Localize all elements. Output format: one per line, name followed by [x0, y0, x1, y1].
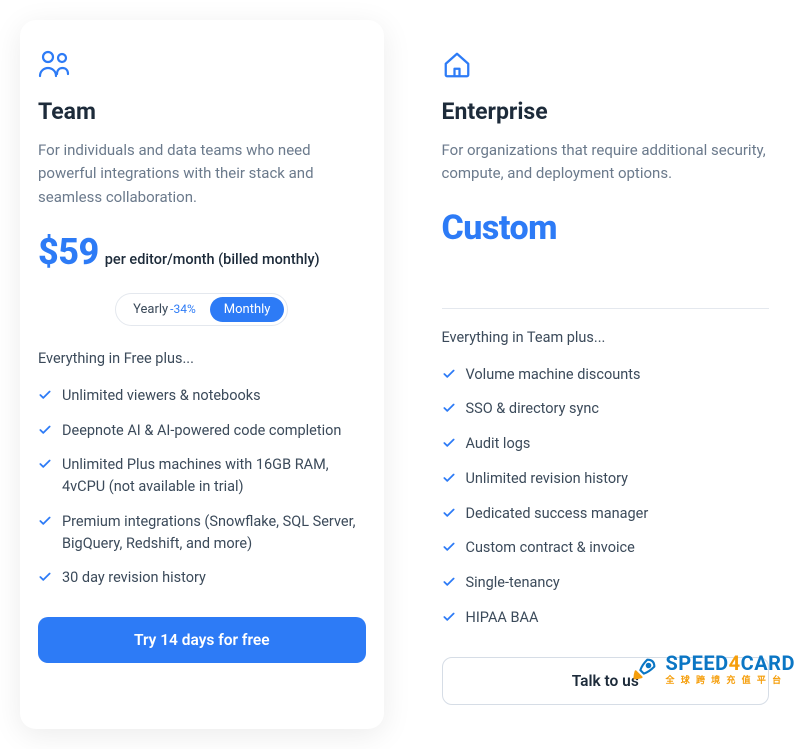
list-item: 30 day revision history: [38, 567, 366, 589]
list-item: SSO & directory sync: [442, 398, 770, 420]
plan-plus-label: Everything in Free plus...: [38, 350, 366, 367]
feature-text: Single-tenancy: [466, 572, 560, 594]
feature-text: Premium integrations (Snowflake, SQL Ser…: [62, 511, 366, 555]
check-icon: [38, 388, 52, 402]
plan-price-custom: Custom: [442, 208, 770, 248]
feature-list-enterprise: Volume machine discounts SSO & directory…: [442, 364, 770, 629]
pricing-plans: Team For individuals and data teams who …: [20, 20, 787, 729]
plan-description: For organizations that require additiona…: [442, 139, 770, 186]
feature-text: SSO & directory sync: [466, 398, 599, 420]
check-icon: [442, 575, 456, 589]
feature-text: Unlimited Plus machines with 16GB RAM, 4…: [62, 454, 366, 498]
list-item: Custom contract & invoice: [442, 537, 770, 559]
feature-text: Unlimited revision history: [466, 468, 629, 490]
list-item: Unlimited viewers & notebooks: [38, 385, 366, 407]
cta-enterprise-button[interactable]: Talk to us: [442, 657, 770, 705]
list-item: Unlimited Plus machines with 16GB RAM, 4…: [38, 454, 366, 498]
list-item: Dedicated success manager: [442, 503, 770, 525]
check-icon: [442, 367, 456, 381]
plan-plus-label: Everything in Team plus...: [442, 329, 770, 346]
check-icon: [38, 457, 52, 471]
feature-text: Volume machine discounts: [466, 364, 641, 386]
plan-title: Enterprise: [442, 98, 770, 125]
plan-price-sub: per editor/month (billed monthly): [105, 251, 320, 268]
plan-title: Team: [38, 98, 366, 125]
divider: [442, 308, 770, 309]
feature-text: Custom contract & invoice: [466, 537, 635, 559]
list-item: Premium integrations (Snowflake, SQL Ser…: [38, 511, 366, 555]
billing-yearly-discount: -34%: [170, 302, 196, 316]
feature-text: Deepnote AI & AI-powered code completion: [62, 420, 341, 442]
billing-yearly-button[interactable]: Yearly -34%: [119, 297, 210, 322]
feature-text: Dedicated success manager: [466, 503, 649, 525]
check-icon: [442, 610, 456, 624]
feature-text: Unlimited viewers & notebooks: [62, 385, 261, 407]
plan-card-team: Team For individuals and data teams who …: [20, 20, 384, 729]
team-icon: [38, 50, 366, 84]
feature-text: Audit logs: [466, 433, 531, 455]
billing-monthly-label: Monthly: [224, 302, 271, 317]
check-icon: [38, 514, 52, 528]
check-icon: [442, 436, 456, 450]
list-item: HIPAA BAA: [442, 607, 770, 629]
check-icon: [442, 506, 456, 520]
check-icon: [38, 423, 52, 437]
price-row: $59 per editor/month (billed monthly): [38, 231, 366, 273]
check-icon: [442, 401, 456, 415]
house-icon: [442, 50, 770, 84]
plan-price: $59: [38, 231, 99, 273]
plan-description: For individuals and data teams who need …: [38, 139, 366, 209]
billing-monthly-button[interactable]: Monthly: [210, 297, 285, 322]
list-item: Volume machine discounts: [442, 364, 770, 386]
list-item: Single-tenancy: [442, 572, 770, 594]
list-item: Unlimited revision history: [442, 468, 770, 490]
billing-yearly-label: Yearly: [133, 302, 168, 317]
billing-toggle: Yearly -34% Monthly: [38, 293, 366, 326]
feature-text: 30 day revision history: [62, 567, 206, 589]
list-item: Deepnote AI & AI-powered code completion: [38, 420, 366, 442]
check-icon: [442, 540, 456, 554]
feature-text: HIPAA BAA: [466, 607, 539, 629]
cta-team-button[interactable]: Try 14 days for free: [38, 617, 366, 663]
plan-card-enterprise: Enterprise For organizations that requir…: [424, 20, 788, 729]
check-icon: [38, 570, 52, 584]
feature-list-team: Unlimited viewers & notebooks Deepnote A…: [38, 385, 366, 589]
check-icon: [442, 471, 456, 485]
list-item: Audit logs: [442, 433, 770, 455]
